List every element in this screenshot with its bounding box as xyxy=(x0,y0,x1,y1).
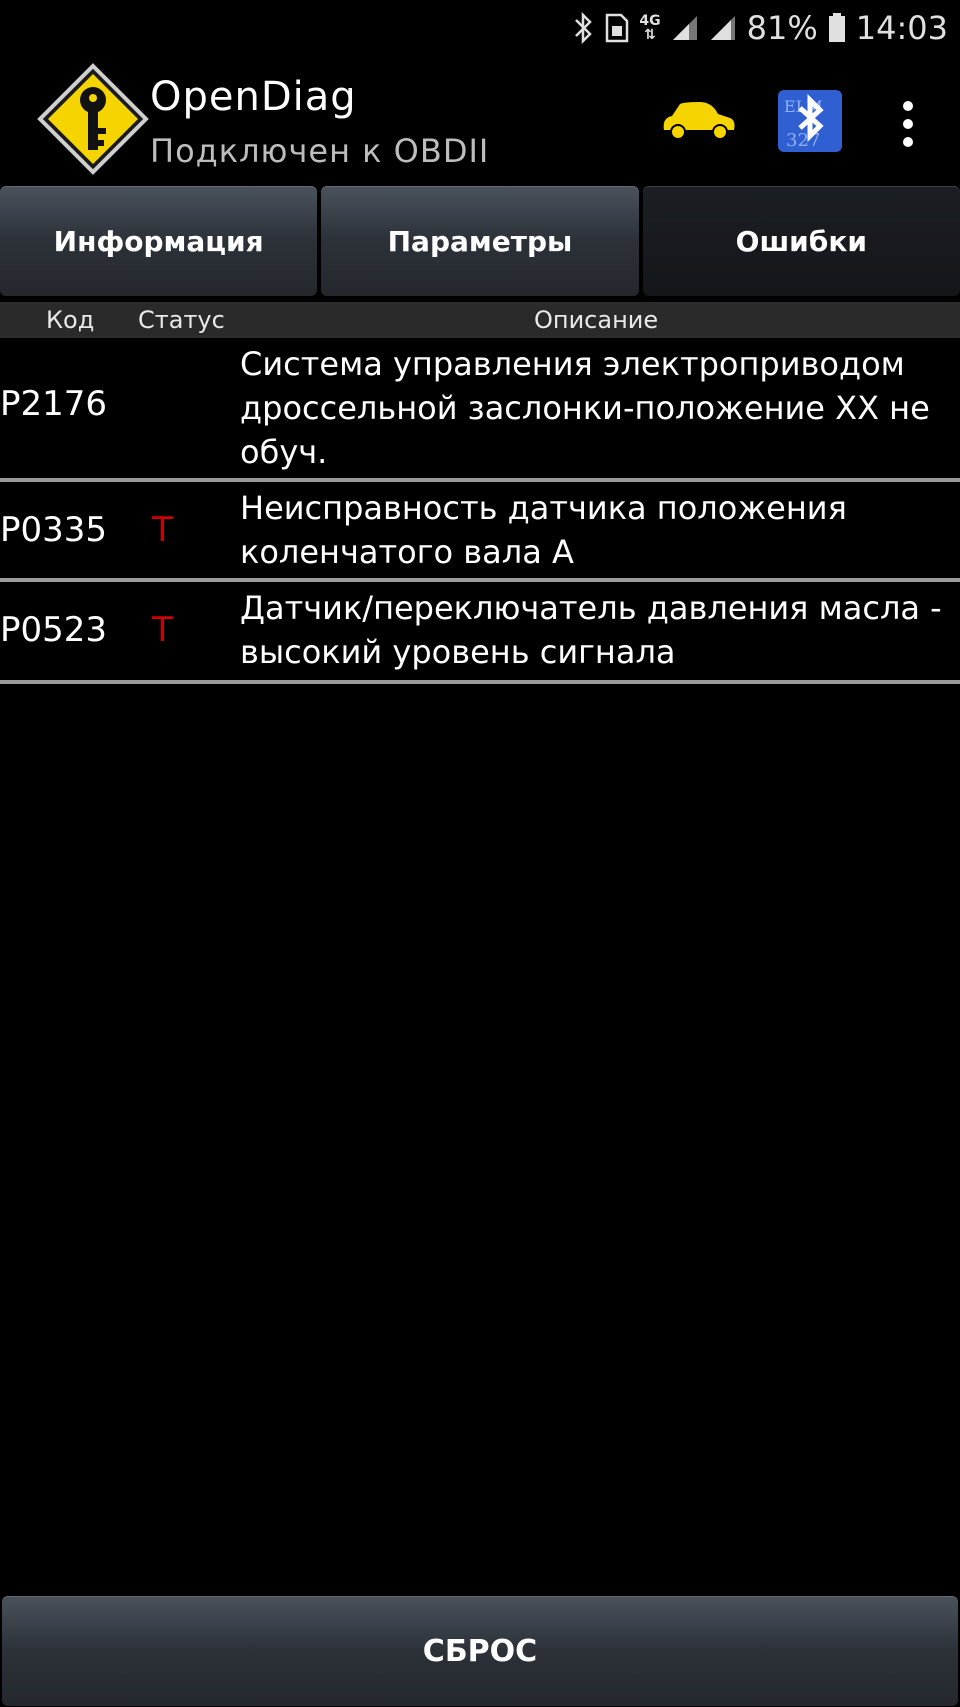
bluetooth-elm327-icon[interactable]: ELM 327 xyxy=(778,90,842,152)
data-arrows-icon: ⇅ xyxy=(644,27,656,43)
column-header-description: Описание xyxy=(534,306,659,334)
connection-status: Подключен к OBDII xyxy=(150,132,490,170)
error-code: P0335 xyxy=(0,510,108,550)
column-header-code: Код xyxy=(46,306,95,334)
tab-parameters[interactable]: Параметры xyxy=(321,186,639,296)
network-type-label: 4G xyxy=(639,13,661,29)
sim-card-icon xyxy=(605,13,629,43)
signal-strength-2-icon xyxy=(709,14,737,42)
error-description: Система управления электроприводом дросс… xyxy=(240,345,930,471)
error-code: P0523 xyxy=(0,610,108,650)
reset-button[interactable]: СБРОС xyxy=(2,1596,958,1706)
error-description: Датчик/переключатель давления масла - вы… xyxy=(240,589,942,671)
battery-icon xyxy=(828,13,846,43)
error-status: T xyxy=(152,510,173,550)
tab-errors[interactable]: Ошибки xyxy=(642,186,960,296)
status-bar: 4G ⇅ 81% 14:03 xyxy=(0,0,960,56)
network-type-icon: 4G ⇅ xyxy=(639,14,660,42)
bluetooth-status-icon xyxy=(573,12,595,44)
error-row[interactable]: P0335 T Неисправность датчика положения … xyxy=(0,482,960,582)
error-row[interactable]: P0523 T Датчик/переключатель давления ма… xyxy=(0,582,960,684)
app-logo-key-icon xyxy=(36,62,150,176)
screen: 4G ⇅ 81% 14:03 OpenDiag Подключен к OBDI… xyxy=(0,0,960,1707)
app-title: OpenDiag xyxy=(150,74,357,120)
app-bar: OpenDiag Подключен к OBDII ELM 327 xyxy=(0,56,960,186)
overflow-menu-icon[interactable] xyxy=(896,100,920,148)
car-icon[interactable] xyxy=(660,100,736,140)
tab-information[interactable]: Информация xyxy=(0,186,318,296)
error-row[interactable]: P2176 Система управления электроприводом… xyxy=(0,338,960,482)
error-code: P2176 xyxy=(0,384,108,424)
tab-bar: Информация Параметры Ошибки xyxy=(0,186,960,298)
column-header-status: Статус xyxy=(138,306,225,334)
table-header: Код Статус Описание xyxy=(0,302,960,338)
signal-strength-icon xyxy=(671,14,699,42)
error-description: Неисправность датчика положения коленчат… xyxy=(240,489,847,571)
clock: 14:03 xyxy=(855,9,948,47)
battery-percent: 81% xyxy=(746,9,818,47)
error-status: T xyxy=(152,610,173,650)
error-list: P2176 Система управления электроприводом… xyxy=(0,338,960,684)
